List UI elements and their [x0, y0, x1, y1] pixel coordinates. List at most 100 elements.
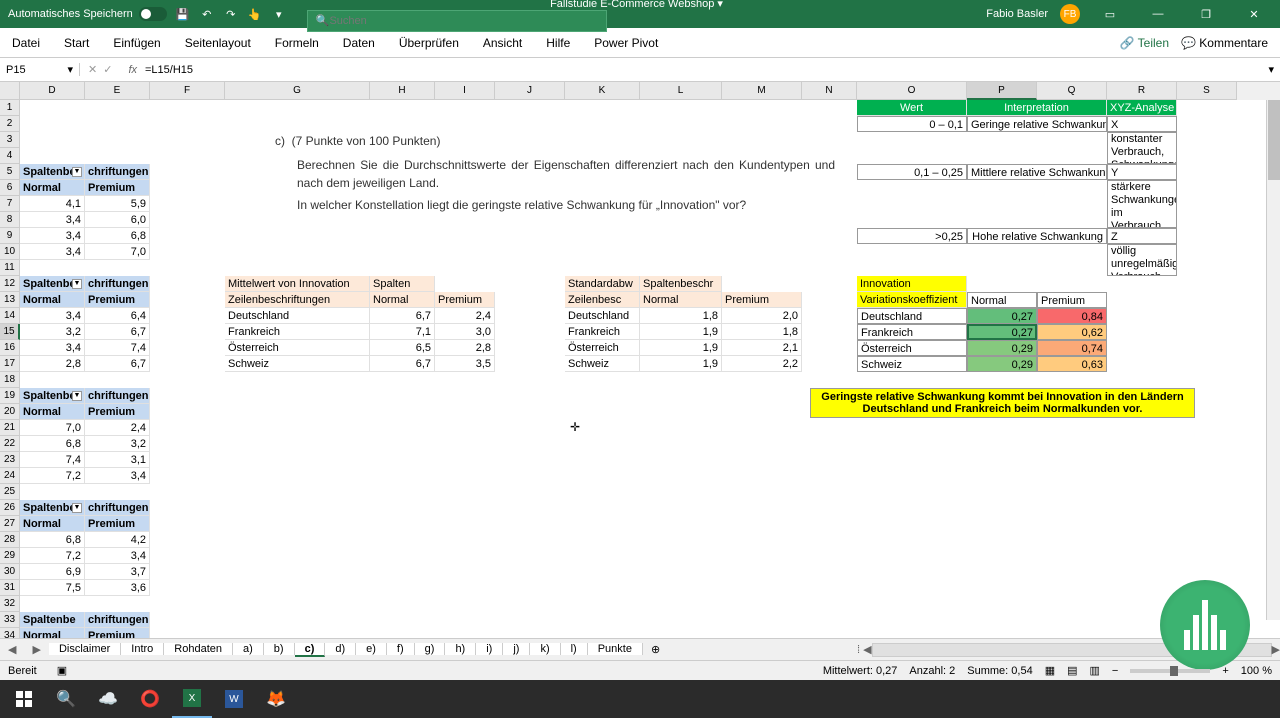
cell-Q16[interactable]: 0,74	[1037, 340, 1107, 356]
task-app2-icon[interactable]: ⭕	[130, 680, 170, 718]
sheet-tab-d[interactable]: d)	[325, 643, 356, 655]
cell-H13[interactable]: Normal	[370, 292, 435, 308]
view-layout-icon[interactable]: ▤	[1067, 664, 1077, 677]
cell-P15[interactable]: 0,27	[967, 324, 1037, 340]
cell-O2[interactable]: 0 – 0,1	[857, 116, 967, 132]
cell-Q14[interactable]: 0,84	[1037, 308, 1107, 324]
cell-P5[interactable]: Mittlere relative Schwankung	[967, 164, 1107, 180]
cell-E30[interactable]: 3,7	[85, 564, 150, 580]
col-header-R[interactable]: R	[1107, 82, 1177, 100]
row-header-13[interactable]: 13	[0, 292, 20, 308]
zoom-value[interactable]: 100 %	[1241, 665, 1272, 677]
cell-O9[interactable]: >0,25	[857, 228, 967, 244]
zoom-in-icon[interactable]: +	[1222, 665, 1228, 677]
cell-L17[interactable]: 1,9	[640, 356, 722, 372]
sheet-tab-f[interactable]: f)	[387, 643, 415, 655]
row-header-14[interactable]: 14	[0, 308, 20, 324]
cell-E29[interactable]: 3,4	[85, 548, 150, 564]
cell-E31[interactable]: 3,6	[85, 580, 150, 596]
undo-icon[interactable]: ↶	[199, 6, 215, 22]
col-header-G[interactable]: G	[225, 82, 370, 100]
cell-R5[interactable]: Y	[1107, 164, 1177, 180]
cell-O5[interactable]: 0,1 – 0,25	[857, 164, 967, 180]
record-macro-icon[interactable]: ▣	[57, 664, 67, 677]
cell-G14[interactable]: Deutschland	[225, 308, 370, 324]
cell-E15[interactable]: 6,7	[85, 324, 150, 340]
cell-L16[interactable]: 1,9	[640, 340, 722, 356]
cell-D8[interactable]: 3,4	[20, 212, 85, 228]
cell-D15[interactable]: 3,2	[20, 324, 85, 340]
row-header-29[interactable]: 29	[0, 548, 20, 564]
cell-E26[interactable]: chriftungen	[85, 500, 150, 516]
col-header-M[interactable]: M	[722, 82, 802, 100]
cell-Q17[interactable]: 0,63	[1037, 356, 1107, 372]
cell-P2[interactable]: Geringe relative Schwankung	[967, 116, 1107, 132]
sheet-tab-e[interactable]: e)	[356, 643, 387, 655]
cell-O12[interactable]: Innovation	[857, 276, 967, 292]
cell-E19[interactable]: chriftungen	[85, 388, 150, 404]
excel-taskbar-icon[interactable]: X	[172, 680, 212, 718]
share-button[interactable]: 🔗 Teilen	[1120, 36, 1169, 50]
col-header-F[interactable]: F	[150, 82, 225, 100]
sheet-tab-Disclaimer[interactable]: Disclaimer	[49, 643, 121, 655]
cell-L13[interactable]: Normal	[640, 292, 722, 308]
row-header-1[interactable]: 1	[0, 100, 20, 116]
sheet-tab-h[interactable]: h)	[445, 643, 476, 655]
row-header-20[interactable]: 20	[0, 404, 20, 420]
cell-E34[interactable]: Premium	[85, 628, 150, 638]
ribbon-mode-icon[interactable]: ▭	[1092, 0, 1128, 28]
sheet-tab-g[interactable]: g)	[415, 643, 446, 655]
tab-powerpivot[interactable]: Power Pivot	[582, 28, 670, 57]
row-header-9[interactable]: 9	[0, 228, 20, 244]
firefox-taskbar-icon[interactable]: 🦊	[256, 680, 296, 718]
cell-R2[interactable]: X	[1107, 116, 1177, 132]
document-title[interactable]: Fallstudie E-Commerce Webshop	[550, 0, 714, 10]
cell-D10[interactable]: 3,4	[20, 244, 85, 260]
task-app1-icon[interactable]: ☁️	[88, 680, 128, 718]
touch-icon[interactable]: 👆	[247, 6, 263, 22]
cell-L12[interactable]: Spaltenbeschr	[640, 276, 722, 292]
user-avatar[interactable]: FB	[1060, 4, 1080, 24]
redo-icon[interactable]: ↷	[223, 6, 239, 22]
cell-P1[interactable]: Interpretation	[967, 100, 1107, 116]
cell-D26[interactable]: ▼	[20, 500, 85, 516]
cell-D17[interactable]: 2,8	[20, 356, 85, 372]
cell-M14[interactable]: 2,0	[722, 308, 802, 324]
sheet-tab-c[interactable]: c)	[295, 643, 326, 657]
cell-P13[interactable]: Normal	[967, 292, 1037, 308]
cell-R3[interactable]: konstanter Verbrauch, Schwankungen sind …	[1107, 132, 1177, 164]
cell-E17[interactable]: 6,7	[85, 356, 150, 372]
cell-D13[interactable]: Normal	[20, 292, 85, 308]
row-header-8[interactable]: 8	[0, 212, 20, 228]
cell-D12[interactable]: ▼	[20, 276, 85, 292]
sheet-tab-k[interactable]: k)	[530, 643, 560, 655]
row-header-15[interactable]: 15	[0, 324, 20, 340]
cell-P9[interactable]: Hohe relative Schwankung	[967, 228, 1107, 244]
confirm-formula-icon[interactable]: ✓	[103, 63, 112, 76]
cell-D5[interactable]: ▼	[20, 164, 85, 180]
cell-I16[interactable]: 2,8	[435, 340, 495, 356]
row-header-28[interactable]: 28	[0, 532, 20, 548]
sheet-tab-j[interactable]: j)	[503, 643, 530, 655]
row-header-4[interactable]: 4	[0, 148, 20, 164]
cell-K12[interactable]: Standardabw	[565, 276, 640, 292]
cell-H14[interactable]: 6,7	[370, 308, 435, 324]
tab-formeln[interactable]: Formeln	[263, 28, 331, 57]
view-break-icon[interactable]: ▥	[1090, 664, 1100, 677]
cell-D34[interactable]: Normal	[20, 628, 85, 638]
sheet-nav-next-icon[interactable]: ▶	[24, 643, 48, 656]
cell-E20[interactable]: Premium	[85, 404, 150, 420]
cell-L15[interactable]: 1,9	[640, 324, 722, 340]
view-normal-icon[interactable]: ▦	[1045, 664, 1055, 677]
sheet-nav-prev-icon[interactable]: ◀	[0, 643, 24, 656]
cell-E9[interactable]: 6,8	[85, 228, 150, 244]
cell-R6[interactable]: stärkere Schwankungen im Verbrauch, meis…	[1107, 180, 1177, 228]
col-header-D[interactable]: D	[20, 82, 85, 100]
cell-K14[interactable]: Deutschland	[565, 308, 640, 324]
sheet-tab-Intro[interactable]: Intro	[121, 643, 164, 655]
cell-O16[interactable]: Österreich	[857, 340, 967, 356]
cell-E5[interactable]: chriftungen	[85, 164, 150, 180]
cell-R1[interactable]: XYZ-Analyse	[1107, 100, 1177, 116]
row-header-16[interactable]: 16	[0, 340, 20, 356]
tab-einfuegen[interactable]: Einfügen	[101, 28, 172, 57]
